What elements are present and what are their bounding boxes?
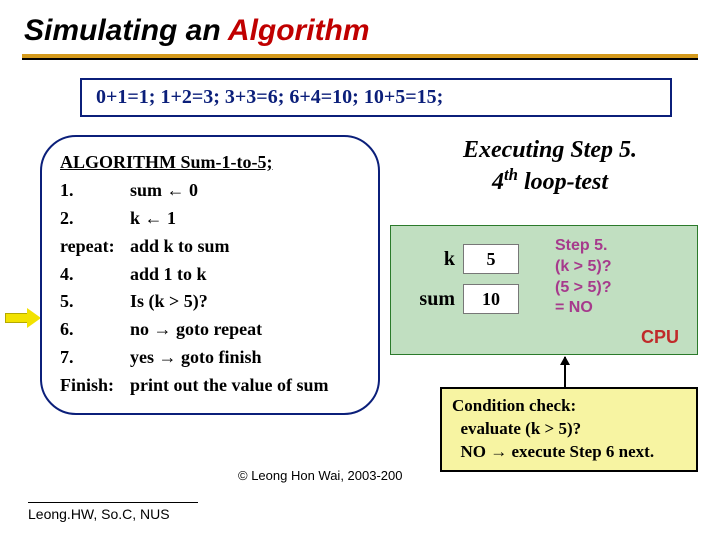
title-text-red: Algorithm bbox=[228, 14, 370, 47]
var-row-sum: sum 10 bbox=[411, 284, 519, 314]
condition-arrow-icon bbox=[564, 357, 566, 387]
condition-box: Condition check: evaluate (k > 5)? NO → … bbox=[440, 387, 698, 472]
formula-box: 0+1=1; 1+2=3; 3+3=6; 6+4=10; 10+5=15; bbox=[80, 78, 672, 117]
variables: k 5 sum 10 bbox=[411, 244, 519, 324]
cpu-box: k 5 sum 10 Step 5. (k > 5)? (5 > 5)? = N… bbox=[390, 225, 698, 355]
var-row-k: k 5 bbox=[411, 244, 519, 274]
algo-row: 6. no → goto repeat bbox=[60, 316, 360, 344]
cond-line3: NO → execute Step 6 next. bbox=[452, 441, 686, 464]
algo-row: Finish:print out the value of sum bbox=[60, 372, 360, 400]
algorithm-header: ALGORITHM Sum-1-to-5; bbox=[60, 149, 360, 177]
current-step-pointer-icon bbox=[5, 309, 41, 327]
exec-line2: 4th loop-test bbox=[420, 165, 680, 197]
slide-title: Simulating an Algorithm bbox=[0, 0, 720, 54]
formula-text: 0+1=1; 1+2=3; 3+3=6; 6+4=10; 10+5=15; bbox=[96, 86, 443, 108]
cond-line2: evaluate (k > 5)? bbox=[452, 418, 686, 441]
title-rule bbox=[22, 54, 698, 60]
algorithm-box: ALGORITHM Sum-1-to-5; 1.sum ← 0 2.k ← 1 … bbox=[40, 135, 380, 415]
var-value-k: 5 bbox=[463, 244, 519, 274]
algo-row: repeat:add k to sum bbox=[60, 233, 360, 261]
footer-text: Leong.HW, So.C, NUS bbox=[28, 506, 170, 522]
algo-row: 2.k ← 1 bbox=[60, 205, 360, 233]
cpu-label: CPU bbox=[641, 327, 679, 348]
algo-row: 1.sum ← 0 bbox=[60, 177, 360, 205]
algo-row: 4.add 1 to k bbox=[60, 261, 360, 289]
algo-row: 7. yes → goto finish bbox=[60, 344, 360, 372]
var-label-k: k bbox=[411, 248, 463, 271]
footer-rule bbox=[28, 502, 198, 503]
algo-row: 5.Is (k > 5)? bbox=[60, 288, 360, 316]
footer: Leong.HW, So.C, NUS bbox=[28, 502, 198, 522]
copyright: © Leong Hon Wai, 2003-200 bbox=[238, 468, 402, 483]
step5-eval: Step 5. (k > 5)? (5 > 5)? = NO bbox=[555, 236, 685, 319]
cond-line1: Condition check: bbox=[452, 395, 686, 418]
var-label-sum: sum bbox=[411, 288, 463, 311]
exec-line1: Executing Step 5. bbox=[420, 135, 680, 165]
title-text-black: Simulating an bbox=[24, 14, 228, 47]
var-value-sum: 10 bbox=[463, 284, 519, 314]
execution-title: Executing Step 5. 4th loop-test bbox=[420, 135, 680, 197]
